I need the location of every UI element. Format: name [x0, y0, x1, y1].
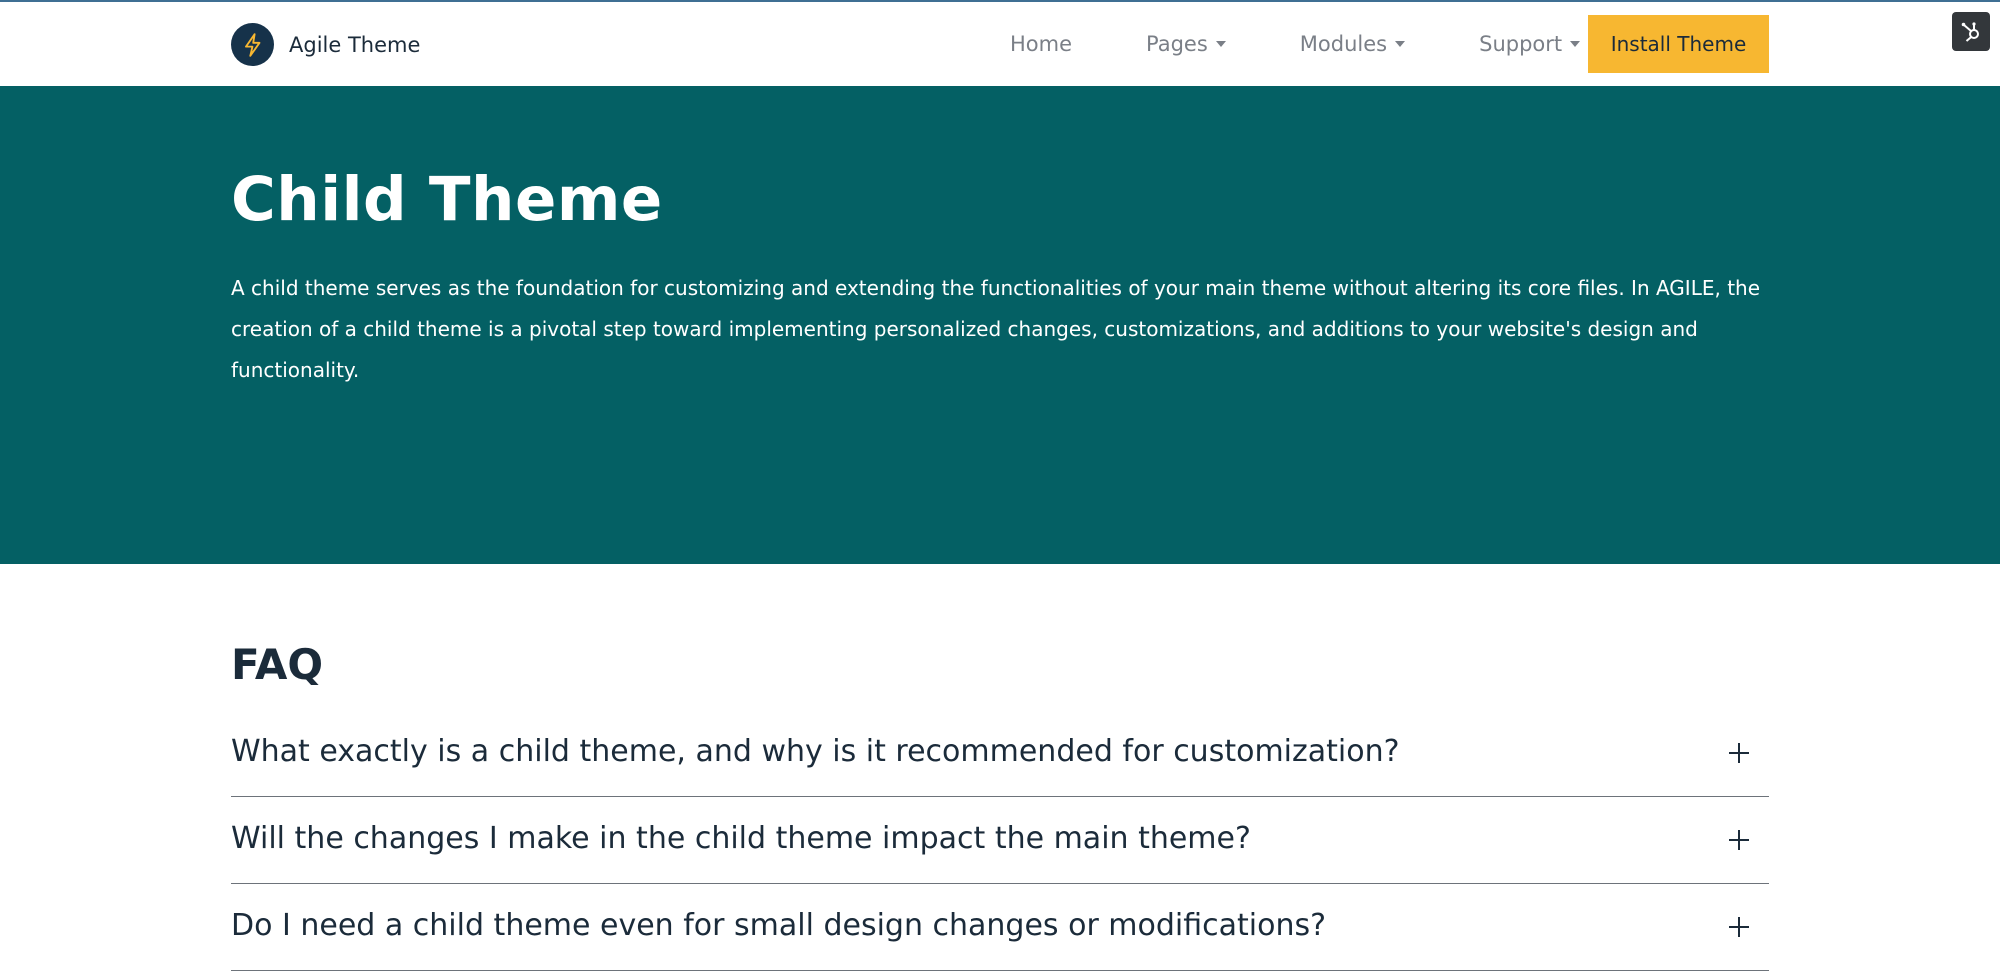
faq-title: FAQ	[231, 640, 324, 689]
faq-item[interactable]: Will the changes I make in the child the…	[231, 797, 1769, 884]
plus-icon[interactable]	[1729, 830, 1749, 850]
nav-label: Modules	[1299, 32, 1388, 56]
plus-icon[interactable]	[1729, 743, 1749, 763]
main-nav: Home Pages Modules Support	[1010, 32, 1581, 56]
nav-item-support[interactable]: Support	[1479, 32, 1581, 56]
caret-down-icon	[1570, 41, 1581, 47]
install-theme-button[interactable]: Install Theme	[1588, 15, 1769, 73]
caret-down-icon	[1215, 41, 1226, 47]
nav-label: Pages	[1146, 32, 1208, 56]
caret-down-icon	[1395, 41, 1406, 47]
lightning-bolt-icon	[231, 23, 274, 66]
nav-item-modules[interactable]: Modules	[1299, 32, 1406, 56]
site-header: Agile Theme Home Pages Modules Support I…	[0, 2, 2000, 86]
nav-label: Home	[1010, 32, 1073, 56]
nav-label: Support	[1479, 32, 1563, 56]
nav-item-pages[interactable]: Pages	[1146, 32, 1226, 56]
nav-item-home[interactable]: Home	[1010, 32, 1072, 56]
hero-description: A child theme serves as the foundation f…	[231, 276, 1761, 382]
brand-name: Agile Theme	[289, 32, 421, 57]
hubspot-sprocket-icon[interactable]	[1952, 12, 1990, 51]
faq-item[interactable]: Do I need a child theme even for small d…	[231, 884, 1769, 971]
page-title: Child Theme	[231, 164, 663, 235]
faq-question: What exactly is a child theme, and why i…	[231, 734, 1400, 769]
hero-section: Child Theme A child theme serves as the …	[0, 86, 2000, 564]
faq-item[interactable]: What exactly is a child theme, and why i…	[231, 710, 1769, 797]
faq-question: Will the changes I make in the child the…	[231, 821, 1251, 856]
faq-list: What exactly is a child theme, and why i…	[231, 710, 1769, 971]
brand-link[interactable]: Agile Theme	[231, 23, 420, 66]
plus-icon[interactable]	[1729, 917, 1749, 937]
